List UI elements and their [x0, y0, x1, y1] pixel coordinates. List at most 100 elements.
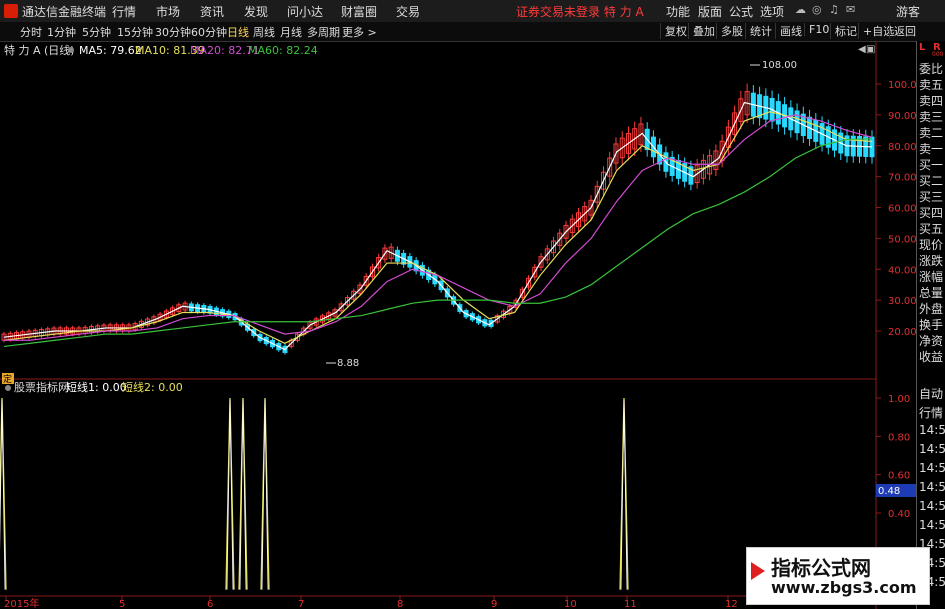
ma60-label: MA60: 82.24 [248, 44, 318, 57]
quote-row-label: 外盘 [919, 302, 944, 316]
period-fenshi[interactable]: 分时 [20, 24, 42, 40]
quote-row-label: 买五 [919, 222, 944, 236]
indicator-settings-icon[interactable] [5, 385, 11, 391]
tongji-button[interactable]: 统计 [745, 23, 776, 39]
x-tick-label: 2015年 [4, 597, 39, 609]
high-annotation: 108.00 [762, 60, 797, 71]
auto-quote-tab[interactable]: 自动 [919, 385, 943, 402]
period-1min[interactable]: 1分钟 [47, 24, 76, 40]
panel-toggle-l[interactable]: L [919, 42, 925, 53]
indicator-lines [0, 397, 629, 590]
app-logo-icon [4, 4, 18, 18]
quote-side-panel: L R 000 委比 卖五 卖四 卖三 卖二 卖一 买一 买二 买三 买四 买五 现价 涨跌 涨幅 总量 外盘… [916, 41, 945, 609]
menu-xuanxiang[interactable]: 选项 [760, 3, 784, 20]
period-monthly[interactable]: 月线 [280, 24, 302, 40]
auto-quote-tab[interactable]: 行情 [919, 404, 943, 421]
chart-area[interactable]: 100.0 90.00 80.00 70.00 60.00 50.00 40.00 30.00… [0, 41, 916, 609]
period-weekly[interactable]: 周线 [253, 24, 275, 40]
notification-icon[interactable]: ♫ [829, 3, 839, 16]
ma-line-ma60 [3, 138, 873, 348]
quote-row-label: 买四 [919, 206, 944, 220]
menu-banmian[interactable]: 版面 [698, 3, 722, 20]
menu-gongshi[interactable]: 公式 [729, 3, 753, 20]
period-toolbar: 分时 1分钟 5分钟 15分钟 30分钟 60分钟 日线 周线 月线 多周期 更… [0, 22, 945, 42]
cloud-icon[interactable]: ☁ [795, 3, 806, 16]
price-tick-label: 90.00 [888, 111, 916, 122]
biaoji-button[interactable]: 标记 [830, 23, 861, 39]
arrow-icon [751, 562, 765, 580]
period-daily[interactable]: 日线 [227, 24, 249, 40]
menu-zixun[interactable]: 资讯 [200, 3, 224, 20]
ding-marker: 定 [3, 373, 12, 385]
diejia-button[interactable]: 叠加 [688, 23, 719, 39]
price-tick-label: 80.00 [888, 142, 916, 153]
menu-jiaoyi[interactable]: 交易 [396, 3, 420, 20]
tick-time: 14:50 [919, 461, 945, 475]
ma5-label: MA5: 79.62 [79, 44, 142, 57]
indicator-highlight-value: 0.48 [878, 486, 900, 497]
menu-caifuquan[interactable]: 财富圈 [341, 3, 377, 20]
quote-row-label: 买一 [919, 158, 944, 172]
period-30min[interactable]: 30分钟 [155, 24, 191, 40]
indicator-tick-label: 0.80 [888, 432, 910, 443]
tick-time: 14:50 [919, 480, 945, 494]
fuquan-button[interactable]: 复权 [660, 23, 691, 39]
quote-row-label: 卖三 [919, 110, 944, 124]
login-status: 证券交易未登录 特 力 A [516, 5, 644, 19]
menu-wenxiaoda[interactable]: 问小达 [287, 3, 323, 20]
ma-line-ma20 [4, 114, 873, 341]
x-tick-label: 5 [119, 599, 125, 609]
indicator-tick-label: 0.60 [888, 471, 910, 482]
huaxian-button[interactable]: 画线 [775, 23, 806, 39]
tick-time: 14:50 [919, 518, 945, 532]
period-15min[interactable]: 15分钟 [117, 24, 153, 40]
quote-row-label: 涨跌 [919, 254, 944, 268]
collapse-icon[interactable]: ◀ [858, 44, 866, 55]
price-tick-label: 60.00 [888, 204, 916, 215]
x-tick-label: 10 [564, 599, 577, 609]
indicator-name: 股票指标网 [14, 380, 69, 394]
message-icon[interactable]: ✉ [846, 3, 855, 16]
x-tick-label: 8 [397, 599, 403, 609]
ma-lines [3, 101, 873, 351]
x-tick-label: 12 [725, 599, 738, 609]
settings-dot-icon[interactable] [68, 47, 74, 53]
return-button[interactable]: 返回 [889, 23, 920, 39]
indicator-tick-label: 1.00 [888, 394, 910, 405]
quote-row-label: 总量 [919, 286, 944, 300]
quote-row-label: 卖五 [919, 78, 944, 92]
quote-row-label: 净资 [919, 334, 944, 348]
menu-gongneng[interactable]: 功能 [666, 3, 690, 20]
watermark-url: www.zbgs3.com [771, 578, 917, 597]
duogu-button[interactable]: 多股 [716, 23, 747, 39]
watermark-title: 指标公式网 [771, 556, 871, 580]
quote-row-label: 卖一 [919, 142, 944, 156]
price-tick-label: 30.00 [888, 296, 916, 307]
price-tick-label: 100.0 [888, 80, 916, 91]
globe-icon[interactable]: ◎ [812, 3, 822, 16]
quote-row-label: 涨幅 [919, 270, 944, 284]
x-tick-label: 7 [298, 599, 304, 609]
period-more[interactable]: 更多 > [342, 24, 377, 40]
period-5min[interactable]: 5分钟 [82, 24, 111, 40]
guest-user[interactable]: 游客 [896, 3, 920, 20]
quote-row-label: 换手 [919, 318, 944, 332]
tick-time: 14:50 [919, 442, 945, 456]
price-tick-label: 70.00 [888, 173, 916, 184]
menu-faxian[interactable]: 发现 [244, 3, 268, 20]
period-60min[interactable]: 60分钟 [191, 24, 227, 40]
price-y-ticks: 100.0 90.00 80.00 70.00 60.00 50.00 40.00 30.00… [876, 80, 916, 338]
x-tick-label: 9 [491, 599, 497, 609]
menu-hangqing[interactable]: 行情 [112, 3, 136, 20]
menu-bar: 通达信金融终端 行情 市场 资讯 发现 问小达 财富圈 交易 证券交易未登录 特… [0, 0, 945, 23]
line2-label: 短线2: 0.00 [122, 380, 183, 394]
indicator-y-ticks: 1.00 0.80 0.60 0.40 [876, 394, 910, 520]
close-panel-icon[interactable]: ▣ [866, 44, 875, 55]
low-annotation: 8.88 [337, 358, 359, 369]
app-title: 通达信金融终端 [22, 5, 107, 19]
quote-row-label: 买二 [919, 174, 944, 188]
period-multi[interactable]: 多周期 [307, 24, 340, 40]
menu-shichang[interactable]: 市场 [156, 3, 180, 20]
f10-button[interactable]: F10 [804, 23, 833, 36]
x-tick-label: 6 [207, 599, 213, 609]
